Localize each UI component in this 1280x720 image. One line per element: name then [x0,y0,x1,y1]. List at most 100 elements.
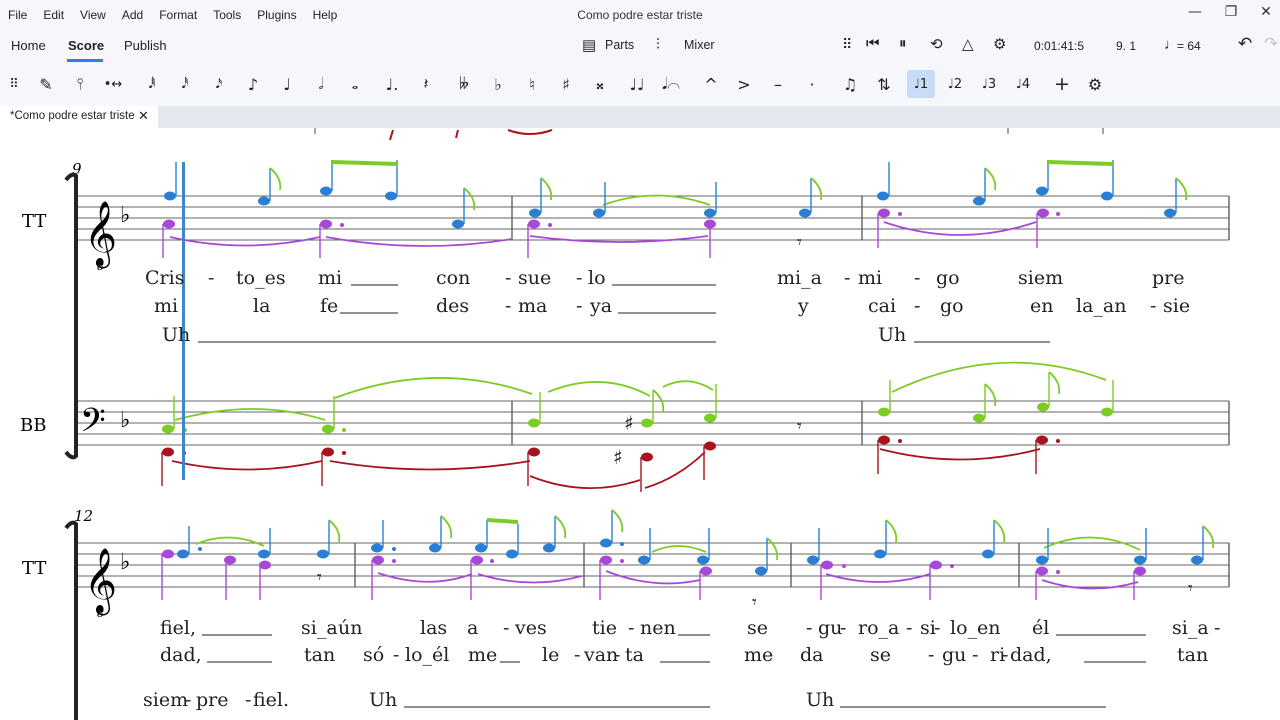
lyric-hyphen[interactable]: - [208,267,214,289]
redo-icon[interactable]: ↷ [1264,34,1278,54]
lyric-syllable[interactable]: me [468,644,497,666]
lyric-syllable[interactable]: pre [196,689,229,711]
rewind-icon[interactable]: ⏮ [866,35,880,52]
lyric-syllable[interactable]: ves [514,617,547,639]
lyric-syllable[interactable]: en [1030,295,1053,317]
lyric-syllable[interactable]: fiel. [253,689,289,711]
tuplet-icon[interactable]: ♫ [836,70,864,98]
playback-settings-icon[interactable]: ⚙ [993,35,1006,53]
lyric-hyphen[interactable]: - [185,689,191,711]
lyric-syllable[interactable]: cai [868,295,896,317]
playback-cursor[interactable] [182,162,185,480]
lyric-syllable[interactable]: con [436,267,470,289]
lyric-syllable[interactable]: y [797,295,809,317]
minimize-icon[interactable]: — [1184,4,1206,20]
lyric-syllable[interactable]: nen [640,617,676,639]
lyric-syllable[interactable]: Uh [806,689,834,711]
workspace-tab-publish[interactable]: Publish [124,38,167,53]
lyric-hyphen[interactable]: - [576,295,582,317]
rest-icon[interactable]: 𝄽 [412,70,440,98]
document-tab[interactable]: *Como podre estar triste ✕ [0,106,158,128]
lyric-syllable[interactable]: tan [304,644,335,666]
accidental-mode-icon[interactable]: •↔ [99,70,127,98]
voice-2-icon[interactable]: ♩2 [941,70,969,98]
lyric-syllable[interactable]: go [936,267,960,289]
slur-icon[interactable]: 𝅘𝅥⌒ [657,70,685,98]
mixer-icon[interactable]: ⫶ [656,36,660,53]
duration-eighth-icon[interactable]: ♪ [239,70,267,98]
parts-button[interactable]: Parts [605,38,634,52]
lyric-hyphen[interactable]: - [576,267,582,289]
lyric-syllable[interactable]: lo_él [405,644,449,666]
workspace-tab-score[interactable]: Score [68,38,104,53]
duration-quarter-icon[interactable]: ♩ [273,70,301,98]
loop-icon[interactable]: ⟲ [930,35,943,53]
lyric-hyphen[interactable]: - [505,267,511,289]
duration-32nd-icon[interactable]: 𝅘𝅥𝅰 [171,70,199,98]
lyric-hyphen[interactable]: - [906,617,912,639]
score-canvas[interactable]: 9 TT BB 𝄞 8 ♭ 𝄢 ♭ 𝄾 ♯ 𝄾 ♯ Cris - to_es m… [0,128,1280,720]
lyric-syllable[interactable]: fe [320,295,338,317]
add-icon[interactable]: + [1048,70,1076,98]
staccato-icon[interactable]: · [798,70,826,98]
lyric-syllable[interactable]: ún [338,617,362,639]
lyric-hyphen[interactable]: - [574,644,580,666]
lyric-syllable[interactable]: si_a [1172,617,1209,639]
undo-icon[interactable]: ↶ [1238,34,1252,54]
menu-item-help[interactable]: Help [305,8,346,22]
close-icon[interactable]: ✕ [1255,4,1277,20]
lyric-hyphen[interactable]: - [840,617,846,639]
duration-whole-icon[interactable]: 𝅝 [341,70,369,98]
lyric-syllable[interactable]: fiel, [160,617,196,639]
lyric-syllable[interactable]: siem [143,689,188,711]
duration-16th-icon[interactable]: 𝅘𝅥𝅯 [205,70,233,98]
lyric-syllable[interactable]: sie [1163,295,1190,317]
lyric-hyphen[interactable]: - [328,617,334,639]
lyric-syllable[interactable]: gu [942,644,966,666]
lyric-syllable[interactable]: gu [818,617,842,639]
maximize-icon[interactable]: ❐ [1220,4,1242,20]
lyric-syllable[interactable]: tan [1177,644,1208,666]
play-pause-icon[interactable]: ⏸ [899,35,907,52]
lyric-hyphen[interactable]: - [1214,617,1220,639]
lyric-syllable[interactable]: la_an [1076,295,1126,317]
lyric-syllable[interactable]: dad, [1010,644,1052,666]
lyric-syllable[interactable]: se [747,617,768,639]
accent-icon[interactable]: > [730,70,758,98]
menu-item-edit[interactable]: Edit [35,8,72,22]
lyric-hyphen[interactable]: - [914,267,920,289]
mixer-button[interactable]: Mixer [684,38,715,52]
workspace-tab-home[interactable]: Home [11,38,46,53]
augmentation-dot-icon[interactable]: ♩. [378,70,406,98]
lyric-syllable[interactable]: ta [625,644,644,666]
flip-direction-icon[interactable]: ⇅ [870,70,898,98]
menu-item-tools[interactable]: Tools [205,8,249,22]
lyric-hyphen[interactable]: - [844,267,850,289]
lyric-syllable[interactable]: siem [1018,267,1063,289]
lyric-syllable[interactable]: Uh [369,689,397,711]
lyric-syllable[interactable]: Uh [162,324,190,346]
voice-3-icon[interactable]: ♩3 [975,70,1003,98]
lyric-syllable[interactable]: las [420,617,447,639]
lyric-syllable[interactable]: se [870,644,891,666]
lyric-hyphen[interactable]: - [914,295,920,317]
lyric-hyphen[interactable]: - [393,644,399,666]
lyric-syllable[interactable]: des [436,295,469,317]
duration-half-icon[interactable]: 𝅗𝅥 [307,70,335,98]
menu-item-format[interactable]: Format [151,8,205,22]
voice-4-icon[interactable]: ♩4 [1009,70,1037,98]
customize-toolbar-icon[interactable]: ⚙ [1081,70,1109,98]
lyric-syllable[interactable]: la [253,295,270,317]
lyric-hyphen[interactable]: - [503,617,509,639]
lyric-syllable[interactable]: mi [154,295,178,317]
parts-icon[interactable]: ▤ [582,36,596,54]
lyric-syllable[interactable]: da [800,644,824,666]
tenuto-icon[interactable]: – [764,70,792,98]
lyric-syllable[interactable]: ya [589,295,612,317]
drag-handle-icon[interactable]: ⠿ [0,70,28,98]
natural-icon[interactable]: ♮ [518,70,546,98]
lyric-hyphen[interactable]: - [1002,644,1008,666]
lyric-syllable[interactable]: él [1032,617,1049,639]
lyric-syllable[interactable]: to_es [236,267,286,289]
lyric-syllable[interactable]: lo [588,267,606,289]
